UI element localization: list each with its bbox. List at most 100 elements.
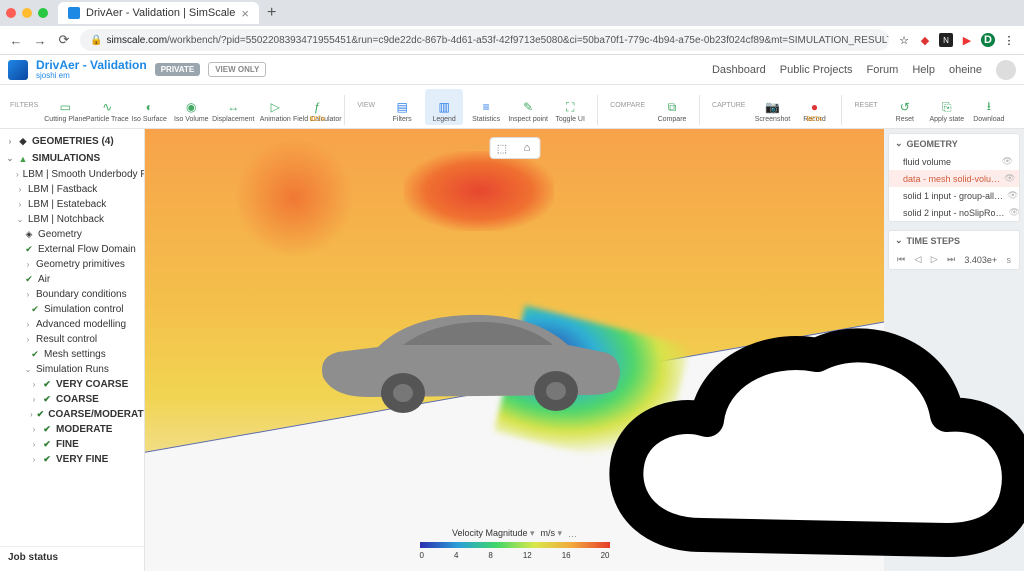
profile-badge[interactable]: D — [981, 33, 995, 47]
geometry-row[interactable]: data - mesh solid-volu…👁 — [889, 170, 1019, 187]
window-controls[interactable] — [6, 8, 48, 18]
toggle-ui-button[interactable]: ⛶Toggle UI — [551, 89, 589, 125]
tree-geometries-header[interactable]: ›◆GEOMETRIES (4) — [0, 133, 144, 150]
tree-run[interactable]: ›✔COARSE/MODERATE — [0, 407, 144, 422]
cutting-plane-button[interactable]: ▭Cutting Plane — [46, 89, 84, 125]
ts-first-button[interactable]: ⏮ — [897, 254, 905, 265]
ts-prev-button[interactable]: ◁ — [914, 254, 921, 265]
forward-button[interactable]: → — [32, 33, 48, 48]
tree-sim-item[interactable]: ⌄LBM | Notchback — [0, 212, 144, 227]
compare-icon: ⧉ — [665, 100, 679, 114]
extension-icons: ☆ ◆ N ▶ D ⋮ — [897, 33, 1016, 47]
toolbar-group-label: COMPARE — [610, 102, 645, 109]
legend-unit-dropdown[interactable]: m/s — [541, 528, 563, 539]
record-button[interactable]: BETA●Record — [795, 89, 833, 125]
ts-last-button[interactable]: ⏭ — [947, 254, 955, 265]
star-icon[interactable]: ☆ — [897, 33, 911, 47]
browser-tab[interactable]: DrivAer - Validation | SimScale × — [58, 2, 259, 24]
new-tab-button[interactable]: + — [267, 4, 276, 22]
workspace: ›◆GEOMETRIES (4) ⌄▲SIMULATIONS ›LBM | Sm… — [0, 129, 1024, 571]
inspect-point-button[interactable]: ✎Inspect point — [509, 89, 547, 125]
tree-simulation-runs[interactable]: ⌄Simulation Runs — [0, 362, 144, 377]
tree-run[interactable]: ›✔VERY FINE — [0, 452, 144, 467]
menu-icon[interactable]: ⋮ — [1002, 33, 1016, 47]
tab-favicon — [68, 7, 80, 19]
tree-simulations-header[interactable]: ⌄▲SIMULATIONS — [0, 150, 144, 167]
iso-volume-button[interactable]: ◉Iso Volume — [172, 89, 210, 125]
tree-sim-control[interactable]: ✔Simulation control — [0, 302, 144, 317]
maximize-window-icon[interactable] — [38, 8, 48, 18]
disp-icon: ↔ — [226, 100, 240, 114]
download-button[interactable]: ⭳Download — [970, 89, 1008, 125]
ts-play-button[interactable]: ▷ — [931, 254, 938, 265]
view-cube-button[interactable]: ⬚ — [490, 138, 514, 158]
apply-state-button[interactable]: ⎘Apply state — [928, 89, 966, 125]
tree-result-control[interactable]: ›Result control — [0, 332, 144, 347]
private-badge: PRIVATE — [155, 63, 200, 76]
tree-advanced-modelling[interactable]: ›Advanced modelling — [0, 317, 144, 332]
project-tree: ›◆GEOMETRIES (4) ⌄▲SIMULATIONS ›LBM | Sm… — [0, 129, 145, 571]
legend-settings-icon[interactable]: … — [568, 529, 577, 539]
close-tab-icon[interactable]: × — [241, 6, 249, 21]
close-window-icon[interactable] — [6, 8, 16, 18]
download-icon: ⭳ — [982, 100, 996, 114]
tree-run[interactable]: ›✔COARSE — [0, 392, 144, 407]
nav-forum[interactable]: Forum — [867, 64, 899, 76]
eye-icon[interactable]: 👁 — [1004, 173, 1015, 184]
eye-icon[interactable]: 👁 — [1009, 207, 1019, 218]
job-status[interactable]: Job status — [0, 546, 144, 568]
tree-run[interactable]: ›✔FINE — [0, 437, 144, 452]
tree-sim-item[interactable]: ›LBM | Fastback — [0, 182, 144, 197]
eye-icon[interactable]: 👁 — [1002, 156, 1013, 167]
nav-help[interactable]: Help — [912, 64, 935, 76]
nav-username[interactable]: oheine — [949, 64, 982, 76]
compare-button[interactable]: ⧉Compare — [653, 89, 691, 125]
project-title-block[interactable]: DrivAer - Validation sjoshi em — [36, 59, 147, 80]
header-links: Dashboard Public Projects Forum Help ohe… — [712, 60, 1016, 80]
animation-button[interactable]: ▷Animation — [256, 89, 294, 125]
eye-icon[interactable]: 👁 — [1007, 190, 1018, 201]
tree-mesh-settings[interactable]: ✔Mesh settings — [0, 347, 144, 362]
nav-public-projects[interactable]: Public Projects — [780, 64, 853, 76]
minimize-window-icon[interactable] — [22, 8, 32, 18]
simscale-logo[interactable] — [8, 60, 28, 80]
tree-run[interactable]: ›✔VERY COARSE — [0, 377, 144, 392]
view-home-button[interactable]: ⌂ — [515, 138, 539, 158]
geometry-row[interactable]: solid 2 input - noSlipRo…👁 — [889, 204, 1019, 221]
timesteps-header[interactable]: ⌄TIME STEPS — [889, 231, 1019, 250]
geometry-row[interactable]: fluid volume👁 — [889, 153, 1019, 170]
tree-air[interactable]: ✔Air — [0, 272, 144, 287]
particle-trace-button[interactable]: ∿Particle Trace — [88, 89, 126, 125]
statistics-button[interactable]: ≡Statistics — [467, 89, 505, 125]
tree-sim-item[interactable]: ›LBM | Smooth Underbody Fa… — [0, 167, 144, 182]
legend-button[interactable]: ▥Legend — [425, 89, 463, 125]
reset-button[interactable]: ↺Reset — [886, 89, 924, 125]
legend-field-dropdown[interactable]: Velocity Magnitude — [452, 528, 535, 539]
iso-surface-button[interactable]: ◐Iso Surface — [130, 89, 168, 125]
viewport-3d[interactable]: ⬚ ⌂ Velocity Magnitude m/s … 0 4 8 12 16… — [145, 129, 884, 571]
tree-external-flow[interactable]: ✔External Flow Domain — [0, 242, 144, 257]
avatar[interactable] — [996, 60, 1016, 80]
extension-icon[interactable]: N — [939, 33, 953, 47]
reload-button[interactable]: ⟳ — [56, 32, 72, 48]
tree-boundary-conditions[interactable]: ›Boundary conditions — [0, 287, 144, 302]
back-button[interactable]: ← — [8, 33, 24, 48]
nav-dashboard[interactable]: Dashboard — [712, 64, 766, 76]
extension-icon[interactable]: ◆ — [918, 33, 932, 47]
timesteps-panel: ⌄TIME STEPS ⏮ ◁ ▷ ⏭ 3.403e+ s — [888, 230, 1020, 270]
toolbar-separator — [699, 95, 700, 125]
tree-geometry[interactable]: ◈Geometry — [0, 227, 144, 242]
screenshot-button[interactable]: 📷Screenshot — [753, 89, 791, 125]
displacement-button[interactable]: ↔Displacement — [214, 89, 252, 125]
toolbar-separator — [841, 95, 842, 125]
tree-sim-item[interactable]: ›LBM | Estateback — [0, 197, 144, 212]
extension-icon[interactable]: ▶ — [960, 33, 974, 47]
field-calculator-button[interactable]: BETAƒField Calculator — [298, 89, 336, 125]
geometry-row[interactable]: solid 1 input - group-all…👁 — [889, 187, 1019, 204]
filters-button[interactable]: ▤Filters — [383, 89, 421, 125]
tree-run[interactable]: ›✔MODERATE — [0, 422, 144, 437]
geometry-panel-header[interactable]: ⌄GEOMETRY — [889, 134, 1019, 153]
address-bar: ← → ⟳ 🔒 simscale.com /workbench/?pid=550… — [0, 26, 1024, 54]
tree-geom-primitives[interactable]: ›Geometry primitives — [0, 257, 144, 272]
url-field[interactable]: 🔒 simscale.com /workbench/?pid=550220839… — [80, 29, 889, 51]
